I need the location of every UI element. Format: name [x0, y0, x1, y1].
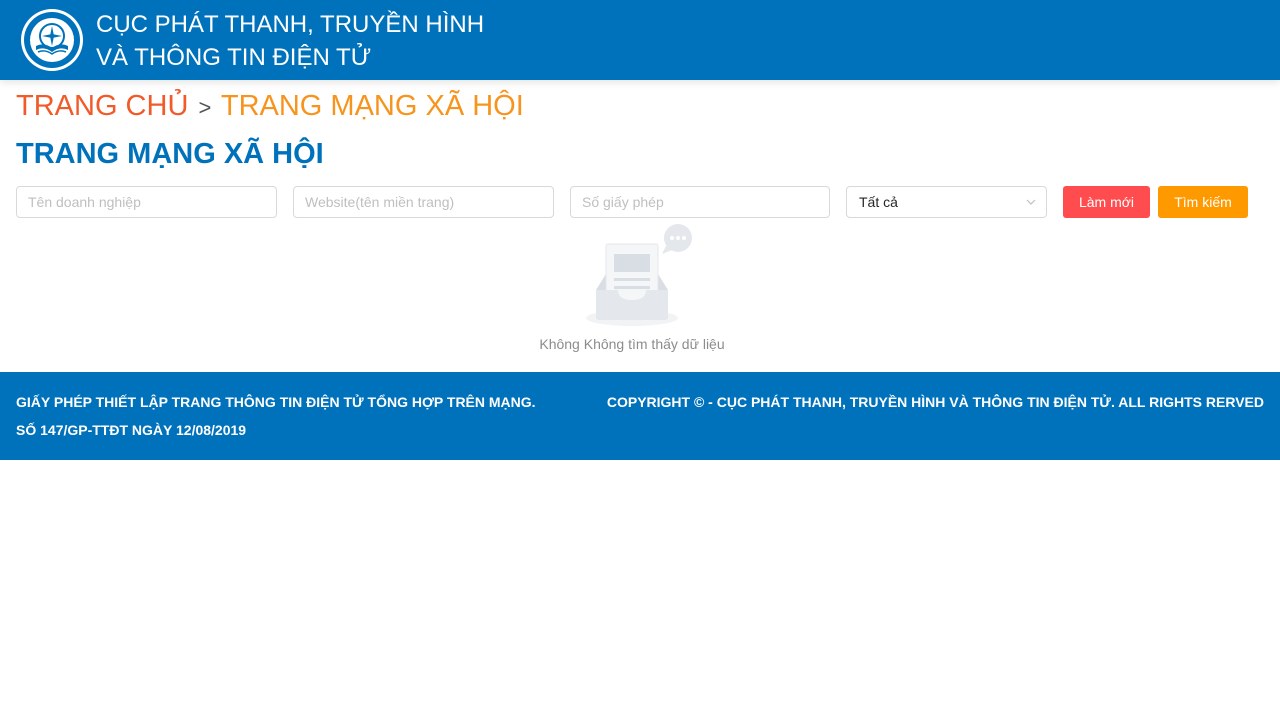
- org-name-line2: VÀ THÔNG TIN ĐIỆN TỬ: [96, 44, 372, 71]
- site-header: CỤC PHÁT THANH, TRUYỀN HÌNH VÀ THÔNG TIN…: [0, 0, 1280, 80]
- status-select-value: Tất cả: [859, 194, 898, 210]
- footer-copyright: COPYRIGHT © - CỤC PHÁT THANH, TRUYỀN HÌN…: [606, 394, 1264, 410]
- breadcrumb: TRANG CHỦ > TRANG MẠNG XÃ HỘI: [16, 88, 524, 126]
- footer-license-line2: SỐ 147/GP-TTĐT NGÀY 12/08/2019: [16, 422, 247, 438]
- site-footer: GIẤY PHÉP THIẾT LẬP TRANG THÔNG TIN ĐIỆN…: [0, 372, 1280, 460]
- license-number-input[interactable]: [570, 186, 830, 218]
- chevron-down-icon: [1026, 199, 1036, 205]
- footer-license: GIẤY PHÉP THIẾT LẬP TRANG THÔNG TIN ĐIỆN…: [16, 388, 536, 444]
- status-select[interactable]: Tất cả: [846, 186, 1047, 218]
- search-button[interactable]: Tìm kiếm: [1158, 186, 1248, 218]
- website-input[interactable]: [293, 186, 554, 218]
- page-title: TRANG MẠNG XÃ HỘI: [16, 138, 324, 170]
- footer-license-line1: GIẤY PHÉP THIẾT LẬP TRANG THÔNG TIN ĐIỆN…: [16, 394, 536, 410]
- emblem-logo[interactable]: [20, 8, 84, 72]
- breadcrumb-home-link[interactable]: TRANG CHỦ: [16, 90, 188, 122]
- company-name-input[interactable]: [16, 186, 277, 218]
- empty-message: Không Không tìm thấy dữ liệu: [539, 336, 725, 352]
- org-name: CỤC PHÁT THANH, TRUYỀN HÌNH VÀ THÔNG TIN…: [96, 8, 484, 74]
- empty-inbox-icon: [586, 224, 692, 326]
- reset-button[interactable]: Làm mới: [1063, 186, 1150, 218]
- breadcrumb-separator: >: [198, 95, 212, 120]
- breadcrumb-current[interactable]: TRANG MẠNG XÃ HỘI: [221, 90, 524, 122]
- org-name-line1: CỤC PHÁT THANH, TRUYỀN HÌNH: [96, 11, 485, 38]
